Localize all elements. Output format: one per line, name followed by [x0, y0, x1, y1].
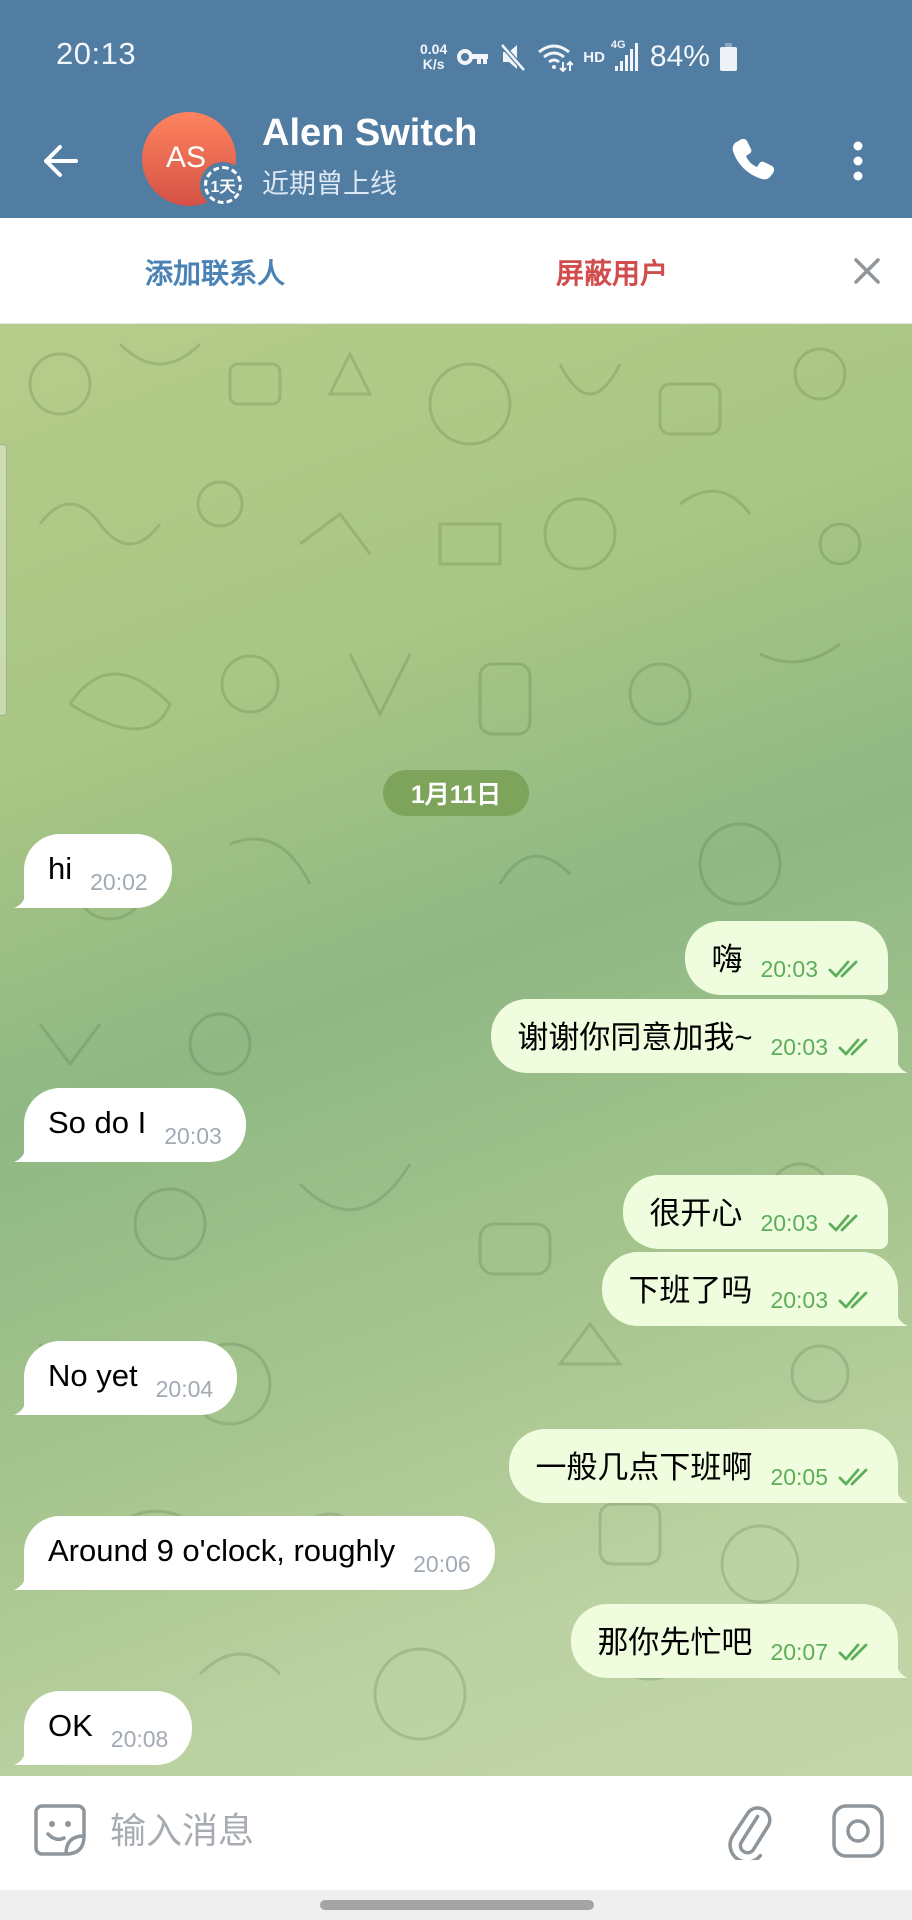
attach-icon[interactable]: [722, 1802, 778, 1860]
hd-icon: HD: [583, 48, 605, 66]
status-icons: 0.04 K/s HD 4G 84%: [420, 38, 737, 76]
chat-area[interactable]: 1月11日 hi 20:02 嗨 20:03 谢谢你同意加我~ 20:03 So…: [0, 324, 912, 1776]
sticker-icon[interactable]: [32, 1802, 88, 1858]
message-text: No yet: [48, 1358, 138, 1393]
message-text: 一般几点下班啊: [535, 1449, 753, 1485]
system-nav-bar: [0, 1890, 912, 1920]
signal-bar: [614, 66, 618, 71]
battery-percent: 84%: [649, 40, 710, 73]
avatar-initials: AS: [165, 141, 207, 174]
scrollbar[interactable]: [0, 444, 7, 716]
message-outgoing[interactable]: 嗨 20:03: [685, 921, 888, 995]
status-time: 20:13: [56, 36, 137, 71]
message-time: 20:03: [770, 1033, 828, 1060]
double-check-icon: [838, 1643, 868, 1661]
signal-icon: 4G: [611, 39, 638, 71]
message-text: Around 9 o'clock, roughly: [48, 1533, 396, 1568]
more-vertical-icon[interactable]: [838, 134, 878, 188]
camera-icon[interactable]: [830, 1802, 886, 1860]
signal-bar: [634, 43, 638, 71]
double-check-icon: [828, 960, 858, 978]
date-separator: 1月11日: [383, 770, 529, 816]
message-incoming[interactable]: Around 9 o'clock, roughly 20:06: [14, 1516, 495, 1590]
add-contact-button[interactable]: 添加联系人: [145, 252, 285, 292]
message-incoming[interactable]: No yet 20:04: [14, 1341, 238, 1415]
signal-bar: [624, 55, 628, 71]
message-text: 那你先忙吧: [597, 1624, 753, 1660]
bubble-tail: [888, 1483, 908, 1503]
message-incoming[interactable]: hi 20:02: [14, 834, 172, 908]
contact-name[interactable]: Alen Switch: [262, 112, 477, 155]
story-badge: 1天: [200, 162, 246, 208]
double-check-icon: [838, 1038, 868, 1056]
story-badge-label: 1天: [204, 166, 242, 204]
chat-header: AS 1天 Alen Switch 近期曾上线: [0, 110, 912, 218]
vpn-key-icon: [457, 49, 489, 65]
double-check-icon: [838, 1468, 868, 1486]
battery-icon: [719, 43, 737, 71]
message-outgoing[interactable]: 下班了吗 20:03: [602, 1252, 908, 1326]
bubble-tail: [888, 1053, 908, 1073]
message-text: 嗨: [711, 941, 743, 977]
message-time: 20:03: [770, 1286, 828, 1313]
back-arrow-icon[interactable]: [36, 136, 86, 186]
home-gesture-handle[interactable]: [320, 1900, 594, 1910]
mute-icon: [500, 43, 527, 72]
message-time: 20:02: [90, 868, 148, 895]
double-check-icon: [828, 1214, 858, 1232]
message-composer: [0, 1776, 912, 1890]
message-time: 20:05: [770, 1463, 828, 1490]
message-time: 20:06: [413, 1550, 471, 1577]
bubble-tail: [14, 1570, 34, 1590]
message-outgoing[interactable]: 那你先忙吧 20:07: [571, 1604, 908, 1678]
last-seen-status: 近期曾上线: [262, 169, 397, 199]
bubble-tail: [14, 888, 34, 908]
bubble-tail: [14, 1745, 34, 1765]
message-time: 20:07: [770, 1638, 828, 1665]
signal-bar: [629, 49, 633, 71]
message-text: 很开心: [649, 1195, 743, 1231]
bubble-tail: [14, 1395, 34, 1415]
signal-bar: [619, 61, 623, 71]
double-check-icon: [838, 1291, 868, 1309]
net-speed-unit: K/s: [422, 56, 445, 72]
bubble-tail: [888, 1658, 908, 1678]
top-bar: 20:13 0.04 K/s HD 4G 84% AS 1天 Alen Swit…: [0, 0, 912, 218]
net-speed-value: 0.04: [420, 41, 448, 57]
message-time: 20:08: [110, 1725, 169, 1752]
phone-icon[interactable]: [726, 132, 780, 186]
message-time: 20:03: [760, 955, 818, 982]
message-text: OK: [48, 1708, 93, 1743]
status-bar: 20:13 0.04 K/s HD 4G 84%: [0, 0, 912, 110]
message-text: 下班了吗: [628, 1272, 753, 1308]
bubble-tail: [888, 1306, 908, 1326]
message-incoming[interactable]: OK 20:08: [14, 1691, 193, 1765]
message-time: 20:04: [155, 1375, 214, 1402]
contact-action-bar: 添加联系人 屏蔽用户: [0, 218, 912, 324]
net-speed: 0.04 K/s: [420, 42, 447, 72]
message-input[interactable]: [110, 1796, 700, 1866]
message-outgoing[interactable]: 很开心 20:03: [623, 1175, 888, 1249]
close-icon[interactable]: [850, 254, 884, 288]
message-time: 20:03: [760, 1209, 818, 1236]
wifi-icon: [538, 44, 574, 72]
bubble-tail: [14, 1142, 34, 1162]
message-text: hi: [48, 851, 73, 886]
signal-label: 4G: [610, 39, 626, 51]
message-outgoing[interactable]: 谢谢你同意加我~ 20:03: [491, 999, 908, 1073]
message-incoming[interactable]: So do I 20:03: [14, 1088, 246, 1162]
message-text: So do I: [48, 1105, 147, 1140]
message-text: 谢谢你同意加我~: [517, 1019, 753, 1055]
message-outgoing[interactable]: 一般几点下班啊 20:05: [509, 1429, 908, 1503]
block-user-button[interactable]: 屏蔽用户: [556, 252, 668, 292]
message-time: 20:03: [164, 1122, 222, 1149]
